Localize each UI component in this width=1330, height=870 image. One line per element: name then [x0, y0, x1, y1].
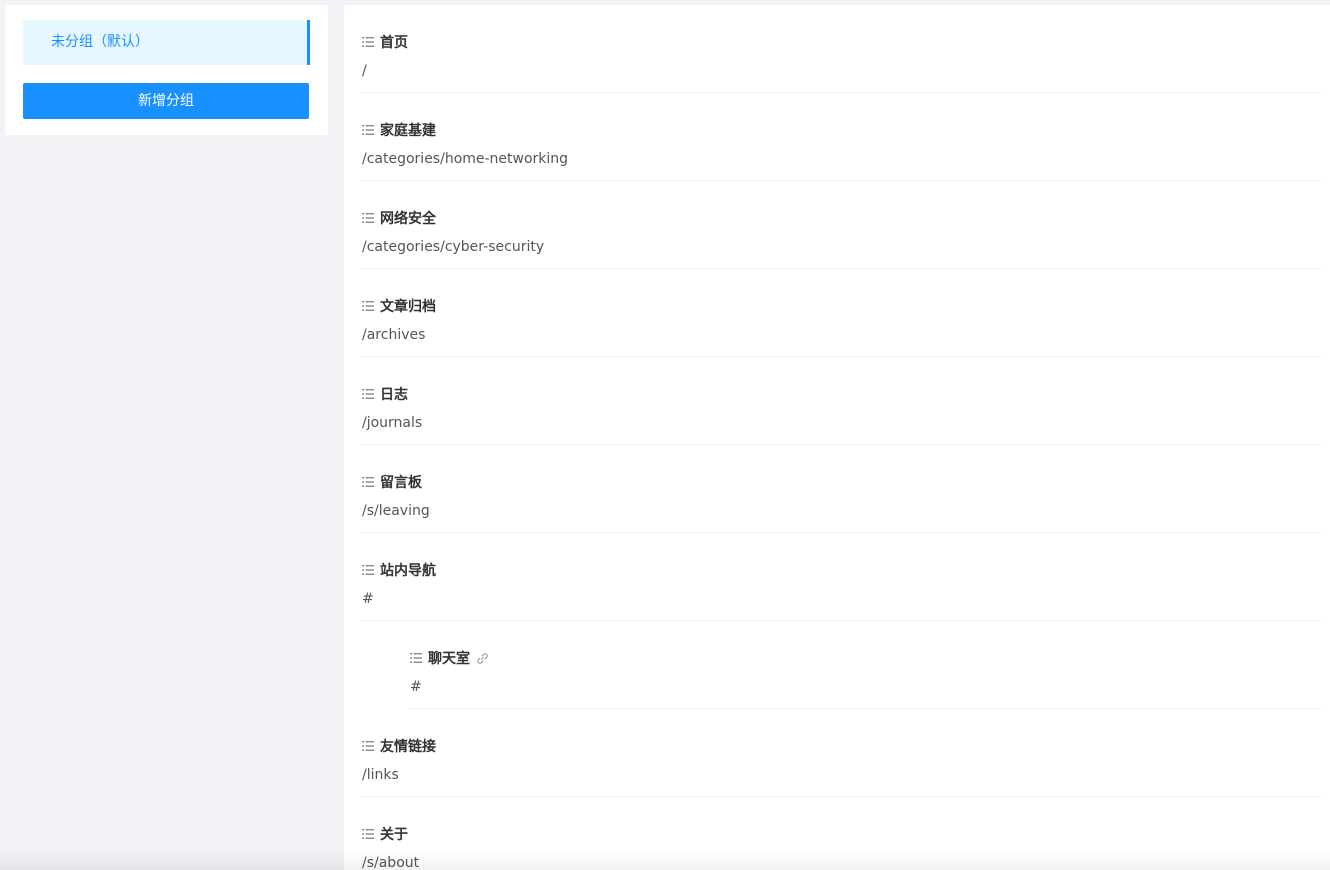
- menu-item-path: /links: [362, 767, 399, 783]
- menu-item[interactable]: 网络安全 /categories/cyber-security: [360, 181, 1322, 269]
- menu-item-path: /: [362, 63, 367, 79]
- menu-item-name: 首页: [380, 35, 408, 51]
- menu-item-path: /archives: [362, 327, 426, 343]
- menu-item-path: #: [410, 679, 422, 695]
- drag-handle-icon[interactable]: [362, 389, 374, 399]
- menu-item-title: 关于: [362, 824, 408, 844]
- menu-item-title: 家庭基建: [362, 120, 436, 140]
- menu-item[interactable]: 友情链接 /links: [360, 709, 1322, 797]
- menu-item-name: 家庭基建: [380, 123, 436, 139]
- menu-item-title: 首页: [362, 32, 408, 52]
- menu-item[interactable]: 首页 /: [360, 5, 1322, 93]
- menu-item[interactable]: 家庭基建 /categories/home-networking: [360, 93, 1322, 181]
- menu-item-path: /s/about: [362, 855, 420, 870]
- menu-item-child[interactable]: 聊天室 #: [408, 621, 1322, 709]
- menu-item-name: 聊天室: [428, 651, 470, 667]
- menu-item-name: 网络安全: [380, 211, 436, 227]
- drag-handle-icon[interactable]: [362, 829, 374, 839]
- group-item-default[interactable]: 未分组（默认）: [23, 20, 310, 65]
- menu-item-title: 留言板: [362, 472, 422, 492]
- menu-settings-page: 未分组（默认） 新增分组 首页 / 家庭基建 /categories/home-…: [0, 0, 1330, 870]
- drag-handle-icon[interactable]: [362, 477, 374, 487]
- menu-item-title: 文章归档: [362, 296, 436, 316]
- menu-item-path: /categories/home-networking: [362, 151, 569, 167]
- menu-group-panel: 未分组（默认） 新增分组: [5, 5, 328, 135]
- drag-handle-icon[interactable]: [362, 301, 374, 311]
- menu-item-title: 站内导航: [362, 560, 436, 580]
- menu-item-path: /categories/cyber-security: [362, 239, 545, 255]
- menu-item-name: 留言板: [380, 475, 422, 491]
- menu-item[interactable]: 站内导航 #: [360, 533, 1322, 621]
- menu-item-name: 文章归档: [380, 299, 436, 315]
- menu-item-title: 日志: [362, 384, 408, 404]
- drag-handle-icon[interactable]: [362, 37, 374, 47]
- drag-handle-icon[interactable]: [362, 125, 374, 135]
- link-icon: [476, 652, 489, 665]
- menu-item-name: 关于: [380, 827, 408, 843]
- drag-handle-icon[interactable]: [410, 653, 422, 663]
- menu-item-path: #: [362, 591, 374, 607]
- drag-handle-icon[interactable]: [362, 741, 374, 751]
- menu-item-path: /journals: [362, 415, 423, 431]
- menu-item-title: 网络安全: [362, 208, 436, 228]
- menu-item-path: /s/leaving: [362, 503, 430, 519]
- menu-item-title: 友情链接: [362, 736, 436, 756]
- add-group-button[interactable]: 新增分组: [23, 83, 309, 119]
- menu-item[interactable]: 文章归档 /archives: [360, 269, 1322, 357]
- menu-item-name: 站内导航: [380, 563, 436, 579]
- menu-item-name: 日志: [380, 387, 408, 403]
- menu-item[interactable]: 关于 /s/about: [360, 797, 1322, 870]
- menu-item-name: 友情链接: [380, 739, 436, 755]
- menu-list: 首页 / 家庭基建 /categories/home-networking 网络…: [344, 5, 1330, 870]
- menu-list-panel: 首页 / 家庭基建 /categories/home-networking 网络…: [344, 5, 1330, 870]
- menu-item[interactable]: 日志 /journals: [360, 357, 1322, 445]
- menu-item-title: 聊天室: [410, 648, 489, 668]
- drag-handle-icon[interactable]: [362, 565, 374, 575]
- drag-handle-icon[interactable]: [362, 213, 374, 223]
- menu-item[interactable]: 留言板 /s/leaving: [360, 445, 1322, 533]
